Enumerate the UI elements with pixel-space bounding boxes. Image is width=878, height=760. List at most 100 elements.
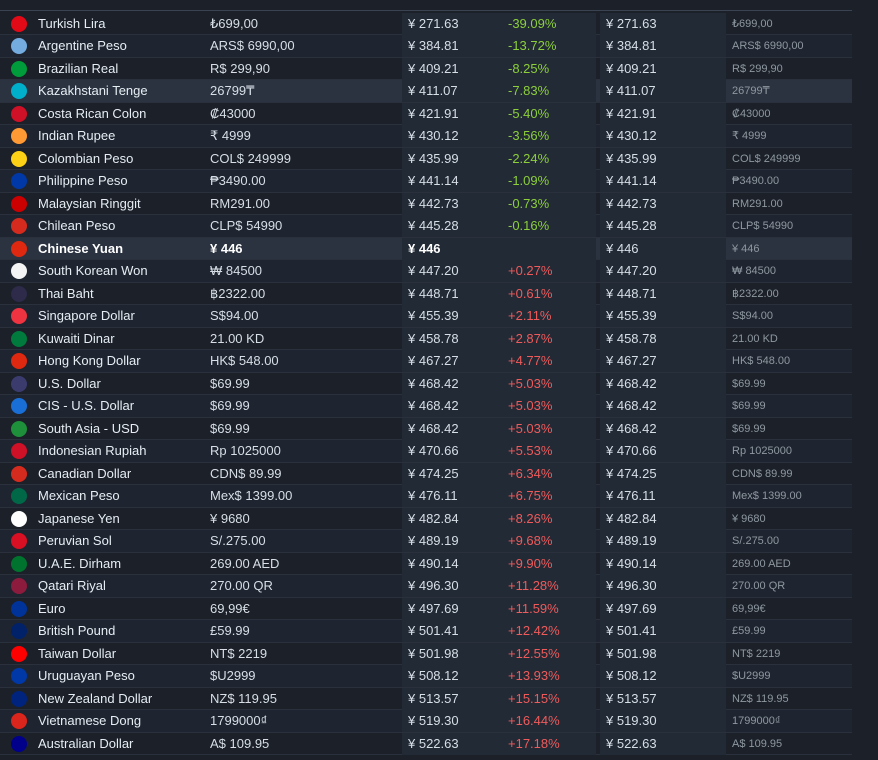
local-price-secondary: NT$ 2219 — [732, 647, 781, 660]
local-price-secondary: Mex$ 1399.00 — [732, 490, 802, 502]
local-price-secondary: ARS$ 6990,00 — [732, 40, 804, 52]
converted-price: ¥ 455.39 — [408, 308, 459, 323]
converted-price-secondary: ¥ 468.42 — [606, 375, 657, 391]
local-price-secondary: 1799000₫ — [732, 715, 781, 727]
country-flag-icon — [11, 465, 27, 482]
local-price: $69.99 — [210, 398, 250, 413]
price-difference: +9.90% — [508, 555, 553, 571]
table-row: Euro 69,99€ ¥ 497.69 +11.59% ¥ 497.69 69,99€ — [0, 597, 852, 620]
country-flag-icon — [11, 128, 27, 144]
currency-name: Brazilian Real — [38, 60, 119, 76]
local-price-secondary: R$ 299,90 — [732, 62, 783, 75]
price-difference: +12.55% — [508, 645, 560, 661]
converted-price-secondary: ¥ 271.63 — [606, 15, 657, 31]
local-price: 269.00 AED — [210, 555, 280, 571]
converted-price-secondary: ¥ 442.73 — [606, 195, 657, 211]
table-row: Vietnamese Dong 1799000₫ ¥ 519.30 +16.44% ¥ … — [0, 710, 852, 733]
currency-name: Indonesian Rupiah — [38, 443, 147, 458]
converted-price-secondary: ¥ 467.27 — [606, 353, 657, 368]
converted-price: ¥ 508.12 — [408, 668, 459, 683]
price-difference: +16.44% — [508, 713, 560, 728]
country-flag-icon — [11, 60, 27, 77]
currency-name: Mexican Peso — [38, 488, 120, 503]
price-difference: +0.27% — [508, 263, 553, 278]
currency-name: Chilean Peso — [38, 218, 116, 233]
country-flag-icon — [11, 533, 27, 549]
price-difference: -7.83% — [508, 83, 550, 98]
country-flag-icon — [11, 173, 27, 189]
converted-price: ¥ 490.14 — [408, 555, 459, 571]
currency-name: Indian Rupee — [38, 128, 116, 143]
converted-price: ¥ 447.20 — [408, 263, 459, 278]
country-flag-icon — [11, 690, 27, 707]
table-row: Thai Baht ฿2322.00 ¥ 448.71 +0.61% ¥ 448.71 ฿… — [0, 282, 852, 305]
country-flag-icon — [11, 488, 27, 504]
local-price: 26799₸ — [210, 83, 255, 98]
local-price-secondary: 21.00 KD — [732, 332, 778, 345]
local-price-secondary: S$94.00 — [732, 310, 773, 322]
price-difference: -0.73% — [508, 195, 550, 211]
local-price-secondary: RM291.00 — [732, 197, 783, 210]
table-row: South Asia - USD $69.99 ¥ 468.42 +5.03% ¥ 46… — [0, 417, 852, 440]
local-price: Rp 1025000 — [210, 443, 281, 458]
converted-price-secondary: ¥ 468.42 — [606, 398, 657, 413]
local-price-secondary: CDN$ 89.99 — [732, 467, 793, 480]
converted-price: ¥ 421.91 — [408, 105, 459, 121]
price-difference: +0.61% — [508, 285, 553, 301]
converted-price-secondary: ¥ 496.30 — [606, 578, 657, 593]
table-row: Malaysian Ringgit RM291.00 ¥ 442.73 -0.73% ¥… — [0, 192, 852, 215]
local-price-secondary: $69.99 — [732, 377, 766, 390]
table-row: Brazilian Real R$ 299,90 ¥ 409.21 -8.25% ¥ 4… — [0, 57, 852, 80]
local-price-secondary: ₩ 84500 — [732, 265, 777, 277]
local-price: ¥ 446 — [210, 240, 243, 256]
country-flag-icon — [11, 510, 27, 527]
local-price: A$ 109.95 — [210, 735, 270, 751]
local-price: S$94.00 — [210, 308, 259, 323]
price-difference: -5.40% — [508, 105, 550, 121]
converted-price: ¥ 470.66 — [408, 443, 459, 458]
converted-price-secondary: ¥ 501.98 — [606, 645, 657, 661]
table-row: U.A.E. Dirham 269.00 AED ¥ 490.14 +9.90% ¥ 4… — [0, 552, 852, 575]
price-difference: +12.42% — [508, 623, 560, 638]
converted-price-secondary: ¥ 384.81 — [606, 38, 657, 53]
currency-name: Peruvian Sol — [38, 533, 112, 548]
currency-name: Hong Kong Dollar — [38, 353, 141, 368]
local-price: ₡43000 — [210, 105, 256, 121]
converted-price: ¥ 489.19 — [408, 533, 459, 548]
converted-price-secondary: ¥ 468.42 — [606, 420, 657, 436]
country-flag-icon — [11, 353, 27, 369]
local-price-secondary: Rp 1025000 — [732, 445, 792, 457]
country-flag-icon — [11, 15, 27, 32]
local-price: HK$ 548.00 — [210, 353, 279, 368]
converted-price: ¥ 501.98 — [408, 645, 459, 661]
local-price: £59.99 — [210, 623, 250, 638]
country-flag-icon — [11, 555, 27, 572]
price-difference: +5.03% — [508, 398, 553, 413]
currency-name: U.A.E. Dirham — [38, 555, 122, 571]
local-price: ARS$ 6990,00 — [210, 38, 295, 53]
table-row: Taiwan Dollar NT$ 2219 ¥ 501.98 +12.55% ¥ 50… — [0, 642, 852, 665]
local-price-secondary: ₹ 4999 — [732, 130, 767, 142]
local-price-secondary: COL$ 249999 — [732, 152, 801, 165]
table-row: CIS - U.S. Dollar $69.99 ¥ 468.42 +5.03% ¥ 4… — [0, 395, 852, 418]
local-price: 21.00 KD — [210, 330, 265, 346]
currency-name: Malaysian Ringgit — [38, 195, 141, 211]
price-difference: +2.87% — [508, 330, 553, 346]
country-flag-icon — [11, 240, 27, 257]
country-flag-icon — [11, 645, 27, 662]
converted-price: ¥ 474.25 — [408, 465, 459, 481]
converted-price-secondary: ¥ 445.28 — [606, 218, 657, 233]
price-difference: +6.34% — [508, 465, 553, 481]
converted-price: ¥ 411.07 — [408, 83, 458, 98]
currency-name: Canadian Dollar — [38, 465, 132, 481]
country-flag-icon — [11, 105, 27, 122]
table-row: Kazakhstani Tenge 26799₸ ¥ 411.07 -7.83% ¥ 4… — [0, 80, 852, 103]
local-price-secondary: ¥ 446 — [732, 242, 760, 255]
currency-name: Vietnamese Dong — [38, 713, 142, 728]
local-price: ฿2322.00 — [210, 285, 266, 301]
local-price-secondary: ¥ 9680 — [732, 512, 766, 525]
table-row: Argentine Peso ARS$ 6990,00 ¥ 384.81 -13.72… — [0, 35, 852, 58]
converted-price: ¥ 501.41 — [408, 623, 459, 638]
local-price-secondary: £59.99 — [732, 625, 766, 637]
table-row: Indonesian Rupiah Rp 1025000 ¥ 470.66 +5.53… — [0, 440, 852, 463]
